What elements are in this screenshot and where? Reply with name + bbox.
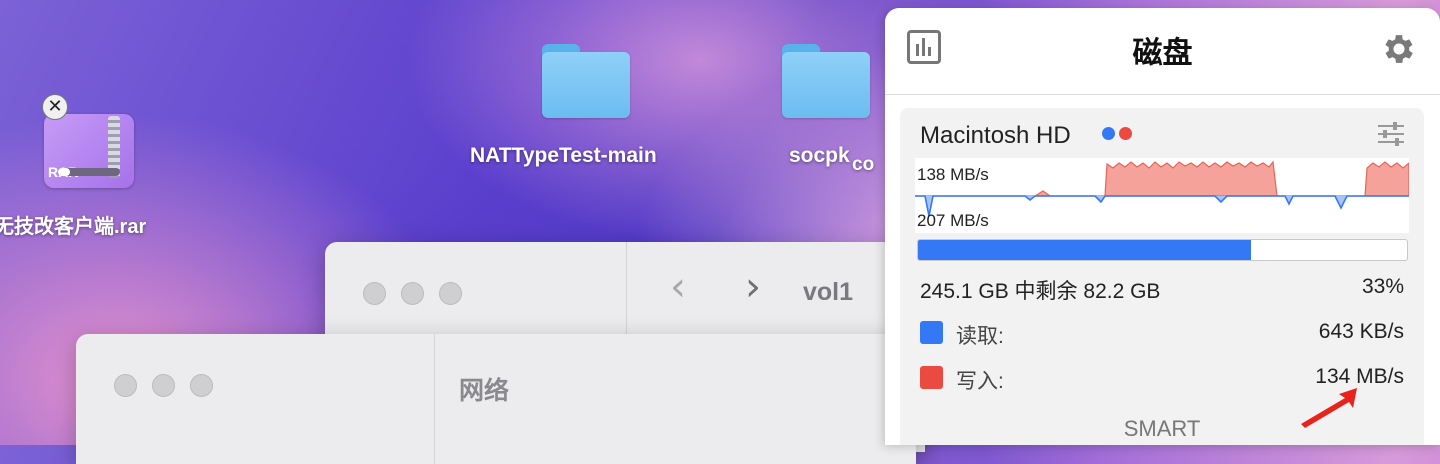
panel-title: 磁盘	[1132, 36, 1193, 71]
forward-button[interactable]: ›	[745, 264, 761, 310]
rar-file-icon[interactable]: RAR ✕ 无技改客户端.rar	[0, 92, 190, 242]
drive-name: Macintosh HD	[920, 122, 1071, 149]
zoom-button[interactable]	[190, 374, 213, 397]
window-title: vol1	[803, 278, 854, 306]
usage-bar	[917, 239, 1408, 261]
window-controls	[114, 374, 213, 397]
folder-nattypetest[interactable]: NATTypeTest-main	[470, 44, 702, 174]
write-speed-label: 207 MB/s	[917, 211, 989, 230]
panel-header: 磁盘	[885, 8, 1440, 95]
write-dot	[1119, 127, 1132, 140]
window-controls	[363, 282, 462, 305]
annotation-arrow	[1301, 388, 1357, 428]
folder-label: NATTypeTest-main	[470, 144, 657, 167]
close-button[interactable]	[363, 282, 386, 305]
minimize-button[interactable]	[152, 374, 175, 397]
close-icon[interactable]: ✕	[42, 94, 68, 120]
disk-monitor-panel: 磁盘 Macintosh HD 138 MB/s 207 MB/s 245.1 …	[885, 8, 1440, 445]
write-label: 写入:	[956, 370, 1004, 393]
rar-file-label: 无技改客户端.rar	[0, 216, 147, 238]
read-swatch	[920, 321, 943, 344]
gear-icon[interactable]	[1380, 30, 1418, 68]
read-speed-label: 138 MB/s	[917, 165, 989, 184]
extract-progress-bar	[58, 168, 120, 176]
minimize-button[interactable]	[401, 282, 424, 305]
back-button[interactable]: ‹	[670, 264, 686, 310]
toolbar-divider	[626, 242, 627, 334]
usage-text: 245.1 GB 中剩余 82.2 GB	[920, 280, 1161, 303]
read-value: 643 KB/s	[1318, 320, 1404, 343]
window-title: 网络	[459, 376, 510, 405]
read-dot	[1102, 127, 1115, 140]
read-label: 读取:	[956, 325, 1004, 348]
zoom-button[interactable]	[439, 282, 462, 305]
usage-percent: 33%	[1361, 275, 1404, 298]
folder-label: socpk	[789, 144, 850, 167]
folder-label-partial: co	[852, 154, 875, 175]
folder-icon	[782, 44, 870, 118]
usage-bar-fill	[918, 240, 1251, 260]
folder-icon	[542, 44, 630, 118]
activity-graph: 138 MB/s 207 MB/s	[915, 158, 1409, 233]
rar-archive-icon: RAR	[44, 114, 134, 188]
write-swatch	[920, 366, 943, 389]
settings-sliders-icon[interactable]	[1376, 122, 1406, 146]
close-button[interactable]	[114, 374, 137, 397]
